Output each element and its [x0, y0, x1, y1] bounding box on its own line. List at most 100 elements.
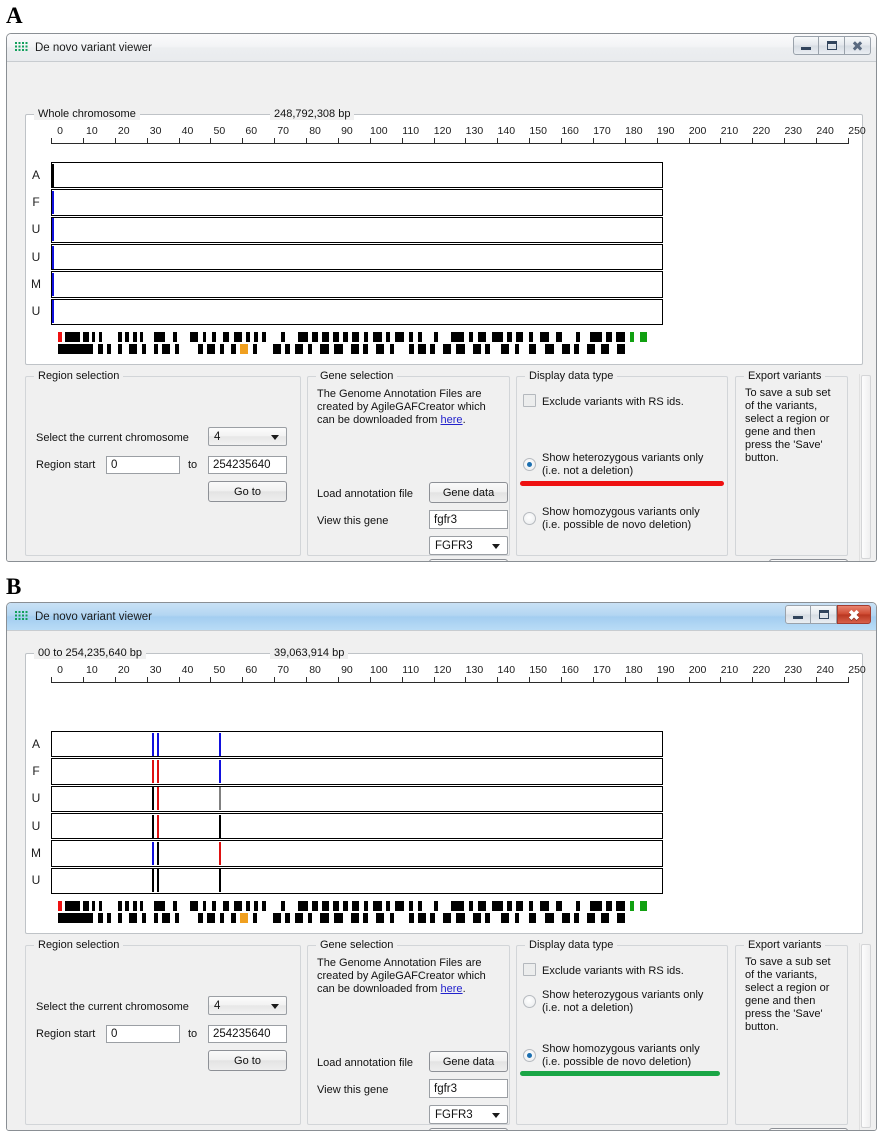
ideogram-band: [589, 901, 602, 911]
gaf-download-link[interactable]: here: [441, 983, 463, 995]
view-button[interactable]: View: [429, 1128, 508, 1130]
region-start-value: 0: [111, 459, 118, 471]
vertical-scrollbar[interactable]: [859, 943, 872, 1130]
ideogram-band: [334, 344, 343, 354]
ruler-tick: [752, 677, 754, 683]
gene-data-button[interactable]: Gene data: [429, 482, 508, 503]
ideogram-band: [350, 913, 359, 923]
region-end-input[interactable]: 254235640: [208, 1025, 287, 1043]
ideogram-band: [574, 344, 579, 354]
exclude-rs-checkbox[interactable]: [523, 963, 536, 976]
ideogram-band: [223, 332, 229, 342]
ideogram-band: [468, 901, 474, 911]
minimize-button[interactable]: [793, 36, 819, 55]
ideogram-band: [312, 901, 318, 911]
variant-lane: [51, 813, 663, 840]
region-end-input[interactable]: 254235640: [208, 456, 287, 474]
homozygous-label: Show homozygous variants only (i.e. poss…: [542, 506, 722, 532]
exclude-rs-checkbox[interactable]: [523, 394, 536, 407]
gene-symbol-select[interactable]: FGFR3: [429, 1105, 508, 1124]
ideogram-band: [307, 913, 312, 923]
ruler-tick-label: 250: [848, 664, 866, 676]
ruler-tick: [592, 677, 594, 683]
homozygous-radio[interactable]: [523, 512, 536, 525]
ideogram-band: [117, 901, 122, 911]
minimize-button[interactable]: [785, 605, 811, 624]
ruler-tick-label: 30: [149, 125, 162, 137]
ruler-tick-label: 0: [57, 125, 63, 137]
ruler-tick: [242, 677, 244, 683]
ideogram-band: [561, 344, 570, 354]
gene-name-input[interactable]: fgfr3: [429, 510, 508, 529]
goto-button[interactable]: Go to: [208, 1050, 287, 1071]
ruler-tick: [51, 138, 52, 144]
ruler-tick: [497, 138, 499, 144]
region-start-input[interactable]: 0: [106, 1025, 180, 1043]
vertical-scrollbar[interactable]: [859, 374, 872, 561]
display-data-type-label: Display data type: [525, 939, 618, 951]
save-button[interactable]: Save: [769, 1128, 848, 1130]
region-start-input[interactable]: 0: [106, 456, 180, 474]
maximize-button[interactable]: [819, 36, 845, 55]
ideogram-band: [174, 913, 179, 923]
ideogram-band: [219, 913, 225, 923]
ideogram-band: [514, 344, 520, 354]
ideogram-band: [434, 332, 439, 342]
het-line1: Show heterozygous variants only: [542, 989, 704, 1001]
goto-button[interactable]: Go to: [208, 481, 287, 502]
ruler-tick: [82, 138, 84, 144]
gene-name-input[interactable]: fgfr3: [429, 1079, 508, 1098]
ideogram-band: [485, 913, 490, 923]
ideogram-band: [162, 913, 171, 923]
view-button[interactable]: View: [429, 559, 508, 561]
export-line1: To save a sub set: [745, 387, 831, 399]
ruler-tick-label: 40: [181, 664, 194, 676]
load-annotation-label: Load annotation file: [317, 488, 414, 500]
maximize-button[interactable]: [811, 605, 837, 624]
ideogram-band: [285, 344, 290, 354]
ideogram-band: [212, 332, 216, 342]
ideogram-band: [246, 332, 251, 342]
variant-marker: [151, 787, 154, 811]
ideogram-band: [639, 901, 648, 911]
variant-marker: [157, 869, 160, 893]
ruler-tick: [433, 677, 435, 683]
ideogram-band: [389, 344, 395, 354]
ideogram-band: [162, 344, 171, 354]
ideogram-band: [254, 332, 259, 342]
gaf-download-link[interactable]: here: [441, 414, 463, 426]
variant-lane: [51, 244, 663, 271]
scrollbar-thumb[interactable]: [861, 375, 871, 560]
heterozygous-radio[interactable]: [523, 458, 536, 471]
chromosome-select[interactable]: 4: [208, 427, 287, 446]
save-button[interactable]: Save: [769, 559, 848, 561]
gene-desc-line3-prefix: can be downloaded from: [317, 414, 441, 426]
position-ruler: 0 10 20 30 40 50 60 70 80 90 100 110 120 130 140 150 160…: [51, 657, 866, 683]
ideogram-band: [117, 913, 122, 923]
heterozygous-label: Show heterozygous variants only (i.e. no…: [542, 989, 717, 1015]
ideogram-band: [254, 901, 259, 911]
heterozygous-radio[interactable]: [523, 995, 536, 1008]
variant-lane: [51, 271, 663, 298]
close-button[interactable]: ✖: [837, 605, 871, 624]
ideogram-band: [133, 332, 137, 342]
ruler-tick: [720, 138, 722, 144]
export-variants-description: To save a sub set of the variants, selec…: [745, 956, 845, 1034]
lane-label: F: [32, 764, 40, 778]
scrollbar-thumb[interactable]: [861, 944, 871, 1129]
gene-symbol-select[interactable]: FGFR3: [429, 536, 508, 555]
variant-marker: [218, 841, 221, 866]
ideogram-band: [485, 344, 490, 354]
ideogram-band: [173, 901, 177, 911]
ruler-tick-label: 230: [784, 664, 802, 676]
chromosome-select[interactable]: 4: [208, 996, 287, 1015]
gene-data-button[interactable]: Gene data: [429, 1051, 508, 1072]
close-button[interactable]: ✖: [845, 36, 871, 55]
export-line5: press the 'Save': [745, 1008, 823, 1020]
homozygous-radio[interactable]: [523, 1049, 536, 1062]
ruler-tick: [178, 138, 180, 144]
ideogram-band: [322, 332, 329, 342]
gene-selection-label: Gene selection: [316, 370, 398, 382]
chevron-down-icon: [271, 1003, 279, 1009]
ideogram-band: [575, 332, 580, 342]
